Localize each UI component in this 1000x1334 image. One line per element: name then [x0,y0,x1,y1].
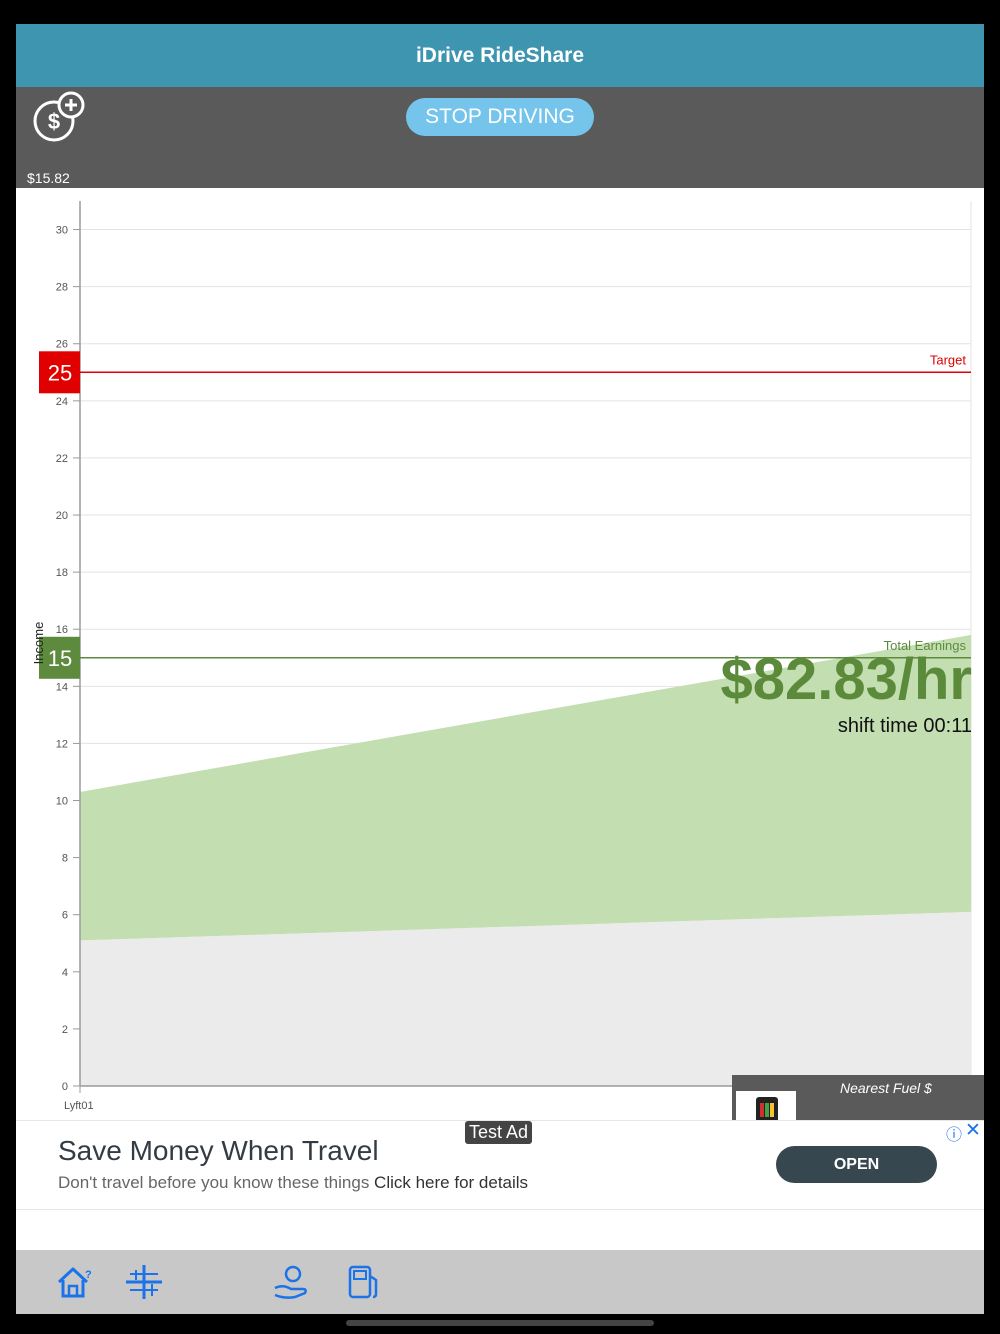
y-tick-label: 30 [56,225,68,237]
y-tick-label: 14 [56,681,68,693]
svg-text:?: ? [85,1269,92,1281]
ad-open-button[interactable]: OPEN [776,1146,937,1183]
test-ad-badge: Test Ad [465,1121,533,1144]
tab-adjust[interactable] [124,1262,164,1302]
add-earnings-button[interactable]: $ [32,91,86,145]
shift-time: shift time 00:11 [837,715,972,737]
fuel-pump-image [736,1091,796,1121]
app-window: iDrive RideShare $ $15.82 STOP DRIVING 0… [16,24,984,1314]
ad-subtitle: Don't travel before you know these thing… [58,1173,528,1193]
y-tick-label: 10 [56,796,68,808]
tab-fuel[interactable] [344,1262,384,1302]
fuel-pump-icon [756,1097,778,1121]
y-tick-label: 8 [62,853,68,865]
ad-banner[interactable]: Test Ad Save Money When Travel Don't tra… [16,1120,984,1210]
total-earnings-value-label: 15 [48,646,72,671]
ad-close-icon[interactable]: ✕ [965,1119,981,1142]
home-indicator [346,1320,654,1326]
target-label: Target [930,352,967,367]
y-tick-label: 2 [62,1024,68,1036]
svg-text:$: $ [48,109,60,134]
ad-title[interactable]: Save Money When Travel [58,1135,379,1167]
target-value-label: 25 [48,360,72,385]
y-tick-label: 6 [62,910,68,922]
y-tick-label: 18 [56,567,68,579]
home-icon: ? [57,1267,92,1298]
fuel-icon [348,1265,378,1299]
y-tick-label: 16 [56,624,68,636]
current-earnings: $15.82 [27,170,70,186]
y-tick-label: 26 [56,339,68,351]
area-series-base [80,911,971,1086]
y-tick-label: 0 [62,1081,68,1093]
ad-subtitle-text: Don't travel before you know these thing… [58,1173,370,1192]
x-start-label: Lyft01 [64,1100,94,1112]
income-chart: 0 2 4 6 8 10 12 14 16 18 20 22 24 26 28 30 Target 25 Tota… [16,188,984,1120]
adjust-icon [126,1265,162,1299]
nearest-fuel-panel[interactable]: Nearest Fuel $ [732,1075,984,1121]
y-tick-label: 12 [56,738,68,750]
add-money-icon: $ [33,91,85,142]
tab-bar: ? [16,1250,984,1314]
nearest-fuel-label: Nearest Fuel $ [840,1080,932,1096]
toolbar: $ $15.82 STOP DRIVING [16,87,984,188]
hourly-rate: $82.83/hr [720,647,972,712]
ad-info-icon[interactable]: ⓘ [946,1121,962,1145]
y-tick-label: 28 [56,282,68,294]
y-tick-label: 24 [56,396,68,408]
stop-driving-button[interactable]: STOP DRIVING [406,98,594,136]
y-tick-label: 20 [56,510,68,522]
y-tick-label: 4 [62,967,68,979]
tab-home[interactable]: ? [54,1262,94,1302]
ad-details-link[interactable]: Click here for details [374,1173,528,1192]
app-title: iDrive RideShare [16,24,984,87]
earnings-icon [274,1265,307,1299]
y-axis-label: Income [31,622,46,665]
y-tick-label: 22 [56,453,68,465]
tab-earnings[interactable] [271,1262,311,1302]
